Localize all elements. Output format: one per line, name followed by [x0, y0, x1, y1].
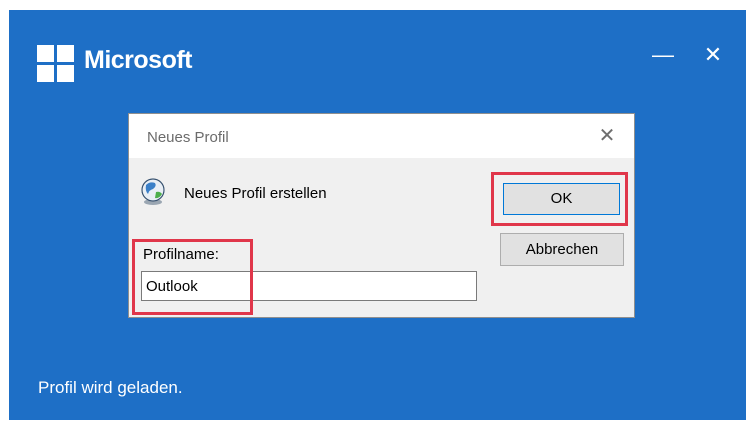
dialog-titlebar: Neues Profil ✕ — [129, 114, 634, 158]
dialog-close-button[interactable]: ✕ — [591, 121, 623, 151]
close-button[interactable]: ✕ — [696, 38, 730, 72]
brand-name: Microsoft — [84, 46, 193, 74]
dialog-title: Neues Profil — [147, 129, 229, 146]
minimize-button[interactable]: — — [646, 38, 680, 72]
profile-globe-icon — [141, 178, 165, 205]
microsoft-logo-icon — [37, 45, 75, 83]
dialog-heading: Neues Profil erstellen — [184, 185, 327, 202]
new-profile-dialog: Neues Profil ✕ Neues Profil erstellen OK… — [128, 113, 635, 318]
status-text: Profil wird geladen. — [38, 378, 183, 397]
cancel-button[interactable]: Abbrechen — [500, 233, 624, 266]
ok-highlight-box — [491, 172, 628, 226]
profile-highlight-box — [132, 239, 253, 315]
